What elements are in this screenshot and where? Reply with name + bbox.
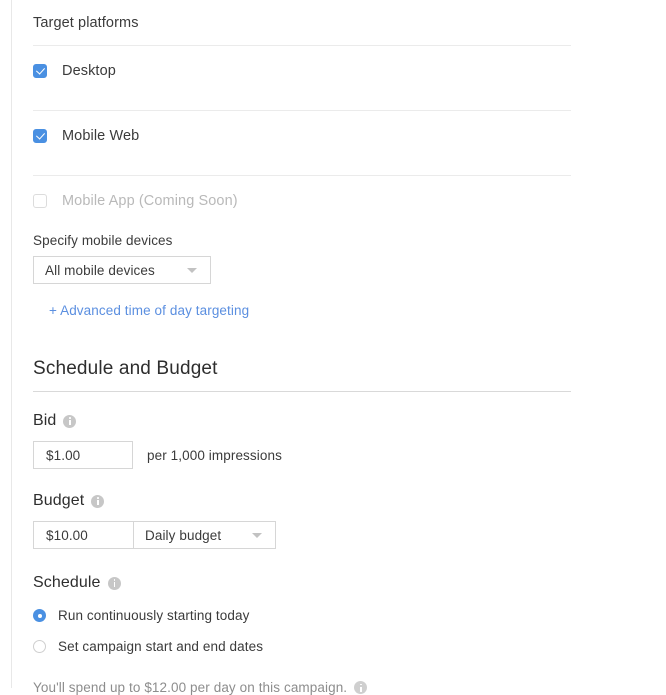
budget-type-select[interactable]: Daily budget: [133, 521, 276, 549]
schedule-label-row: Schedule: [33, 574, 633, 592]
specify-mobile-devices-label: Specify mobile devices: [33, 233, 173, 248]
info-icon[interactable]: [107, 576, 121, 590]
platform-row-desktop[interactable]: Desktop: [33, 46, 633, 96]
radio-set-dates[interactable]: [33, 640, 46, 653]
budget-amount-input[interactable]: $10.00: [33, 521, 133, 549]
schedule-option-set-dates[interactable]: Set campaign start and end dates: [33, 639, 633, 654]
mobile-devices-select[interactable]: All mobile devices: [33, 256, 211, 284]
chevron-down-icon: [252, 533, 262, 538]
platform-label-desktop: Desktop: [62, 63, 116, 79]
schedule-option-label-run-continuously: Run continuously starting today: [58, 608, 250, 623]
bid-unit-label: per 1,000 impressions: [147, 447, 282, 463]
bid-input-row: $1.00 per 1,000 impressions: [33, 441, 633, 469]
form-left-divider: [11, 0, 12, 688]
schedule-and-budget-heading: Schedule and Budget: [33, 358, 218, 379]
info-icon[interactable]: [91, 494, 105, 508]
platform-row-mobile-web[interactable]: Mobile Web: [33, 111, 633, 161]
campaign-settings-form: Target platforms Desktop Mobile Web Mobi…: [0, 0, 666, 695]
platform-label-mobile-web: Mobile Web: [62, 128, 140, 144]
schedule-label: Schedule: [33, 574, 101, 591]
mobile-devices-selected-value: All mobile devices: [45, 262, 155, 278]
radio-run-continuously[interactable]: [33, 609, 46, 622]
schedule-and-budget-divider: [33, 391, 571, 392]
schedule-option-label-set-dates: Set campaign start and end dates: [58, 639, 264, 654]
bid-amount-input[interactable]: $1.00: [33, 441, 133, 469]
checkbox-desktop[interactable]: [33, 64, 47, 78]
advanced-time-of-day-targeting-link[interactable]: + Advanced time of day targeting: [49, 303, 249, 318]
info-icon[interactable]: [63, 414, 77, 428]
chevron-down-icon: [187, 268, 197, 273]
checkbox-mobile-app: [33, 194, 47, 208]
budget-input-row: $10.00 Daily budget: [33, 521, 633, 549]
target-platforms-label: Target platforms: [33, 15, 139, 31]
bid-label-row: Bid: [33, 412, 633, 430]
budget-type-selected-value: Daily budget: [145, 527, 222, 543]
budget-label: Budget: [33, 492, 85, 509]
bid-label: Bid: [33, 412, 57, 429]
budget-label-row: Budget: [33, 492, 633, 510]
platform-label-mobile-app: Mobile App (Coming Soon): [62, 193, 238, 209]
form-content: Target platforms Desktop Mobile Web Mobi…: [33, 0, 633, 695]
platform-row-mobile-app: Mobile App (Coming Soon): [33, 176, 633, 226]
checkbox-mobile-web[interactable]: [33, 129, 47, 143]
schedule-option-run-continuously[interactable]: Run continuously starting today: [33, 608, 633, 623]
